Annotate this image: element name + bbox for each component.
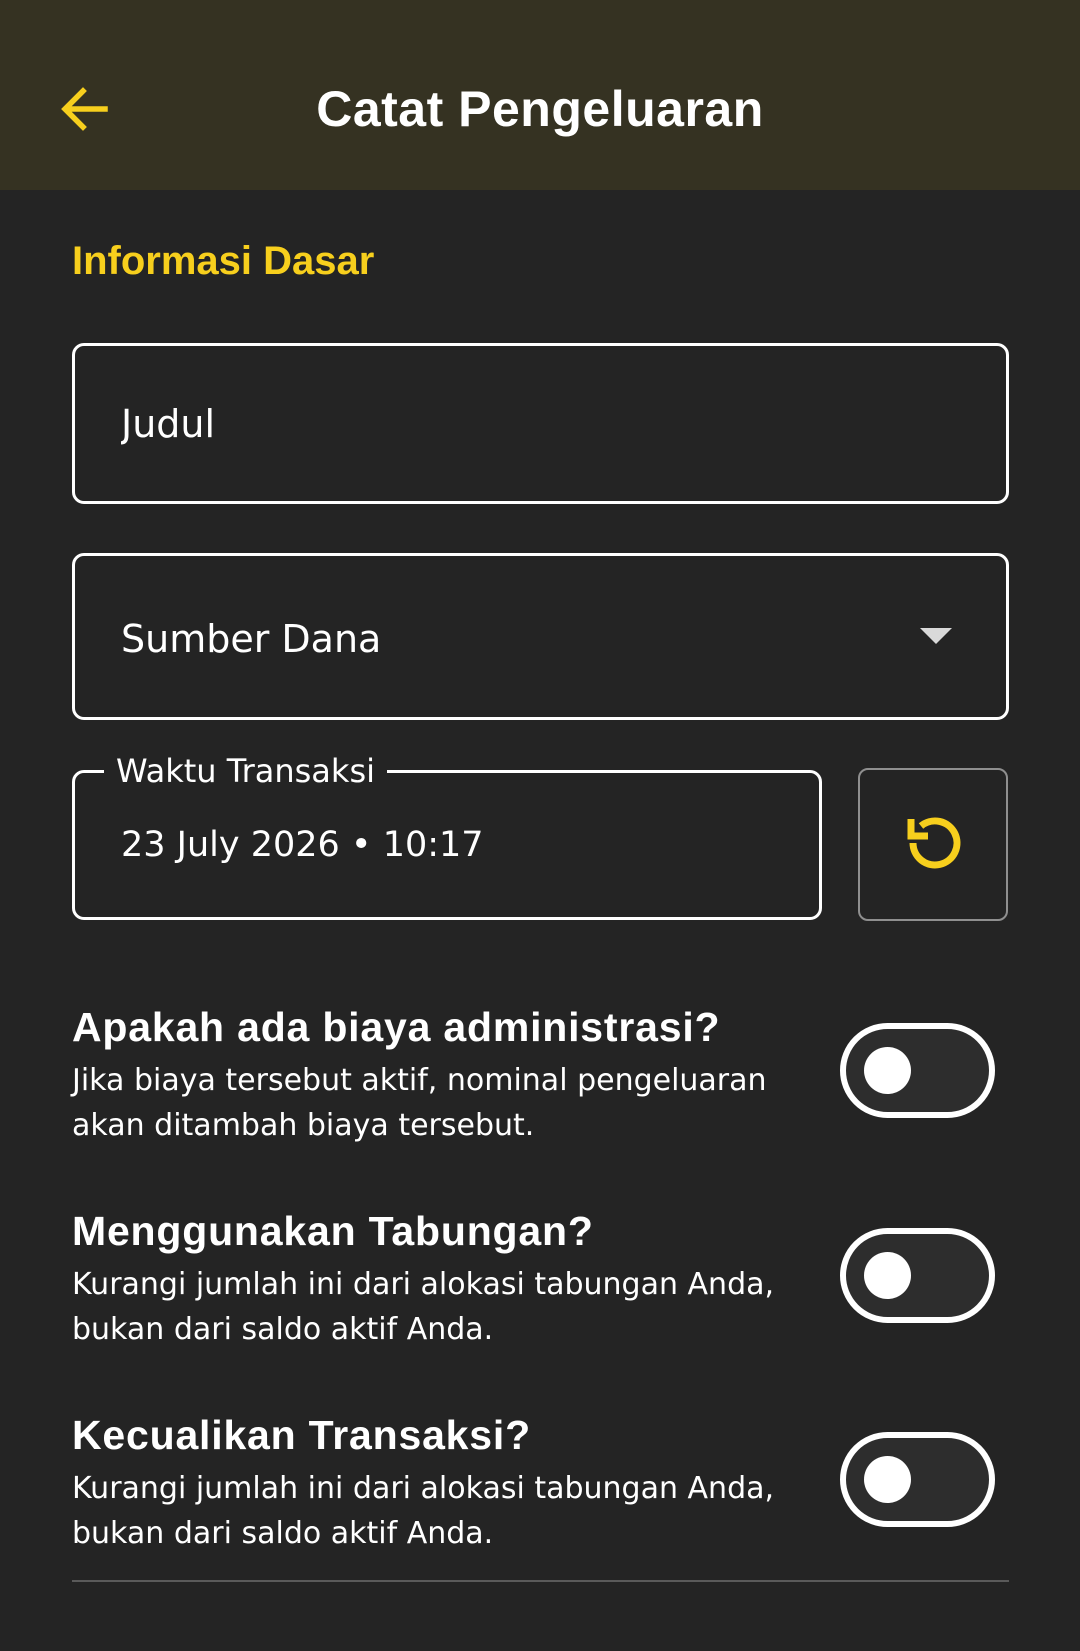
exclude-transaction-toggle[interactable] <box>840 1432 995 1527</box>
waktu-transaksi-value: 23 July 2026 • 10:17 <box>121 825 484 865</box>
admin-fee-toggle[interactable] <box>840 1023 995 1118</box>
use-savings-description: Kurangi jumlah ini dari alokasi tabungan… <box>72 1267 775 1347</box>
waktu-transaksi-label: Waktu Transaksi <box>104 750 387 792</box>
chevron-down-icon <box>920 628 952 644</box>
admin-fee-description: Jika biaya tersebut aktif, nominal penge… <box>72 1063 767 1143</box>
exclude-transaction-title: Kecualikan Transaksi? <box>72 1412 531 1458</box>
page-title: Catat Pengeluaran <box>316 81 764 137</box>
app-bar: Catat Pengeluaran <box>0 0 1080 190</box>
exclude-transaction-description: Kurangi jumlah ini dari alokasi tabungan… <box>72 1471 775 1551</box>
reset-time-button[interactable] <box>858 768 1008 921</box>
section-title: Informasi Dasar <box>72 239 375 283</box>
toggle-knob <box>864 1252 911 1299</box>
judul-field[interactable] <box>72 343 1009 504</box>
toggle-knob <box>864 1047 911 1094</box>
sumber-dana-label: Sumber Dana <box>121 617 382 661</box>
sumber-dana-dropdown[interactable]: Sumber Dana <box>72 553 1009 720</box>
undo-refresh-icon <box>907 816 961 868</box>
divider <box>72 1580 1009 1582</box>
use-savings-title: Menggunakan Tabungan? <box>72 1208 594 1254</box>
admin-fee-title: Apakah ada biaya administrasi? <box>72 1004 721 1050</box>
use-savings-toggle[interactable] <box>840 1228 995 1323</box>
toggle-knob <box>864 1456 911 1503</box>
waktu-transaksi-field[interactable]: 23 July 2026 • 10:17 <box>72 770 822 920</box>
judul-input[interactable] <box>121 346 960 501</box>
